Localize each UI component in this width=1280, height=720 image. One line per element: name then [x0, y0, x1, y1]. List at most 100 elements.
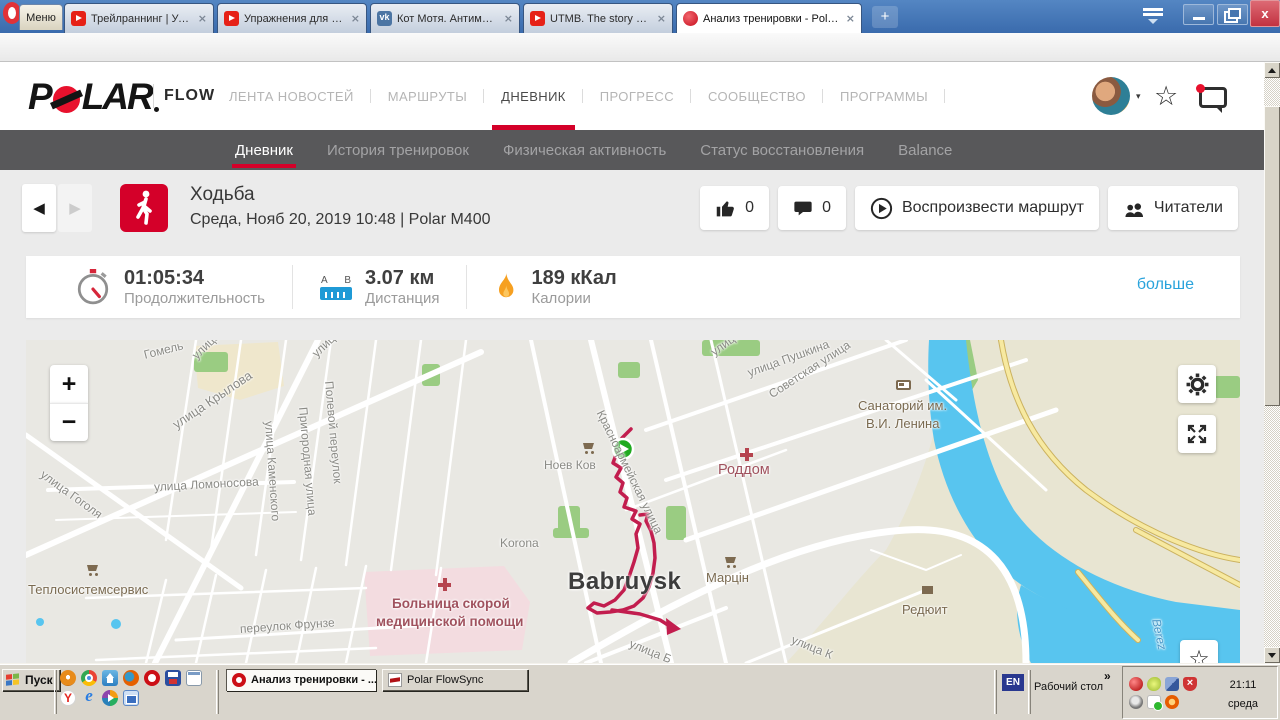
fullscreen-button[interactable]	[1178, 415, 1216, 453]
favorites-star-icon[interactable]: ☆	[1154, 81, 1178, 112]
quicklaunch-icon[interactable]	[60, 690, 76, 706]
quicklaunch-icon[interactable]	[81, 690, 97, 706]
notification-dot	[1196, 84, 1205, 93]
activity-buttons: 0 0 Воспроизвести маршрут Читатели	[700, 186, 1238, 230]
quicklaunch-icon[interactable]	[81, 670, 97, 686]
subnav-item[interactable]: Balance	[881, 130, 969, 170]
subnav-item[interactable]: Дневник	[218, 130, 310, 170]
quicklaunch-icon[interactable]	[165, 670, 181, 686]
next-session-button[interactable]: ▶	[58, 184, 92, 232]
comment-button[interactable]: 0	[778, 186, 846, 230]
readers-button[interactable]: Читатели	[1108, 186, 1238, 230]
flow-label[interactable]: FLOW	[164, 87, 215, 105]
browser-tab[interactable]: Кот Мотя. Антимышовая ко ×	[370, 3, 520, 33]
tab-close-icon[interactable]: ×	[846, 12, 855, 25]
tab-bar: Трейлраннинг | Упражнени × Упражнения дл…	[64, 3, 862, 33]
quicklaunch-icon[interactable]	[123, 690, 139, 706]
language-indicator[interactable]: EN	[1002, 674, 1024, 691]
quicklaunch-icon[interactable]	[102, 690, 118, 706]
windows-logo-icon	[6, 673, 21, 688]
start-button[interactable]: Пуск	[2, 669, 60, 691]
quicklaunch-icon[interactable]	[60, 670, 76, 686]
scroll-down-icon[interactable]	[1264, 647, 1280, 663]
browser-tab[interactable]: Трейлраннинг | Упражнени ×	[64, 3, 214, 33]
tray-icon[interactable]	[1165, 695, 1179, 709]
duration-stat: 01:05:34Продолжительность	[48, 265, 292, 309]
zoom-out-button[interactable]: −	[50, 403, 88, 441]
tab-menu-icon[interactable]	[1141, 8, 1165, 24]
tray-icon[interactable]	[1147, 677, 1161, 691]
taskbar-task-button[interactable]: Polar FlowSync	[382, 669, 528, 691]
distance-stat: 3.07 кмДистанция	[292, 265, 466, 309]
scrollbar-thumb[interactable]	[1264, 106, 1280, 406]
browser-tab[interactable]: Анализ тренировки - Polar F ×	[676, 3, 862, 33]
tray-icon[interactable]	[1183, 677, 1197, 691]
tab-close-icon[interactable]: ×	[351, 12, 360, 25]
map-settings-button[interactable]	[1178, 365, 1216, 403]
browser-toolbar: ← → ↻ | flow.polar.com/training/analysis…	[0, 33, 1280, 62]
avatar[interactable]	[1092, 77, 1130, 115]
tab-close-icon[interactable]: ×	[657, 12, 666, 25]
save-route-star-button[interactable]: ☆	[1180, 640, 1218, 663]
zoom-in-button[interactable]: +	[50, 365, 88, 403]
flame-icon	[494, 271, 518, 303]
previous-session-button[interactable]: ◀	[22, 184, 56, 232]
tray-icon[interactable]	[1129, 677, 1143, 691]
taskbar-task-button[interactable]: Анализ тренировки - ...	[226, 669, 376, 691]
tab-title: UTMB. The story of one finis	[550, 13, 652, 25]
more-link[interactable]: больше	[1137, 276, 1194, 294]
page-scrollbar[interactable]	[1264, 62, 1280, 663]
gear-icon	[1186, 373, 1209, 396]
play-route-button[interactable]: Воспроизвести маршрут	[855, 186, 1099, 230]
polar-logo-dot	[154, 107, 159, 112]
new-tab-button[interactable]: +	[872, 6, 898, 28]
like-button[interactable]: 0	[700, 186, 769, 230]
browser-menu-button[interactable]: Меню	[19, 4, 63, 30]
quicklaunch-icon[interactable]	[123, 670, 139, 686]
quicklaunch-icon[interactable]	[102, 670, 118, 686]
close-button[interactable]: x	[1250, 0, 1280, 27]
nav-item[interactable]: МАРШРУТЫ	[371, 62, 484, 130]
browser-tab[interactable]: Упражнения для укреплен ×	[217, 3, 367, 33]
subnav-item[interactable]: Статус восстановления	[683, 130, 881, 170]
browser-tab[interactable]: UTMB. The story of one finis ×	[523, 3, 673, 33]
calories-stat: 189 кКалКалории	[466, 265, 643, 309]
tab-title: Анализ тренировки - Polar F	[703, 13, 841, 25]
desktop-toolbar-label[interactable]: Рабочий стол	[1034, 681, 1103, 693]
flowsync-task-icon	[388, 673, 402, 687]
toolbar-handle[interactable]	[994, 670, 997, 714]
people-icon	[1123, 199, 1145, 218]
expand-icon	[1186, 423, 1208, 445]
system-tray: 21:11 среда	[1122, 666, 1278, 719]
minimize-button[interactable]	[1183, 4, 1214, 25]
notifications-chat-icon[interactable]	[1199, 87, 1227, 108]
nav-item[interactable]: ЛЕНТА НОВОСТЕЙ	[212, 62, 371, 130]
quicklaunch-icon[interactable]	[144, 670, 160, 686]
toolbar-handle[interactable]	[54, 670, 57, 714]
tray-icon[interactable]	[1147, 695, 1161, 709]
tray-icon[interactable]	[1165, 677, 1179, 691]
nav-item[interactable]: ДНЕВНИК	[484, 62, 583, 130]
maximize-button[interactable]	[1217, 4, 1248, 25]
scroll-up-icon[interactable]	[1264, 62, 1280, 78]
tab-close-icon[interactable]: ×	[198, 12, 207, 25]
tray-icon[interactable]	[1129, 695, 1143, 709]
nav-item[interactable]: ПРОГРАММЫ	[823, 62, 945, 130]
tab-favicon	[224, 11, 239, 26]
toolbar-handle[interactable]	[1028, 670, 1031, 714]
city-label: Babruysk	[568, 568, 681, 596]
quicklaunch-icon[interactable]	[186, 670, 202, 686]
nav-item[interactable]: ПРОГРЕСС	[583, 62, 691, 130]
polar-logo[interactable]: PLAR	[28, 76, 159, 118]
subnav-item[interactable]: Физическая активность	[486, 130, 683, 170]
chevron-down-icon[interactable]: ▾	[1136, 92, 1141, 102]
toolbar-overflow-chevron[interactable]: »	[1104, 669, 1111, 683]
page-content: PLAR FLOW ЛЕНТА НОВОСТЕЙ МАРШРУТЫ ДНЕВНИ…	[0, 62, 1264, 663]
tab-title: Кот Мотя. Антимышовая ко	[397, 13, 499, 25]
route-map[interactable]: Гомельулица Черулицаулица Крыловаулица К…	[26, 340, 1240, 663]
tab-close-icon[interactable]: ×	[504, 12, 513, 25]
toolbar-handle[interactable]	[216, 670, 219, 714]
nav-item[interactable]: СООБЩЕСТВО	[691, 62, 823, 130]
summary-stats: 01:05:34Продолжительность 3.07 кмДистанц…	[26, 256, 1240, 318]
subnav-item[interactable]: История тренировок	[310, 130, 486, 170]
